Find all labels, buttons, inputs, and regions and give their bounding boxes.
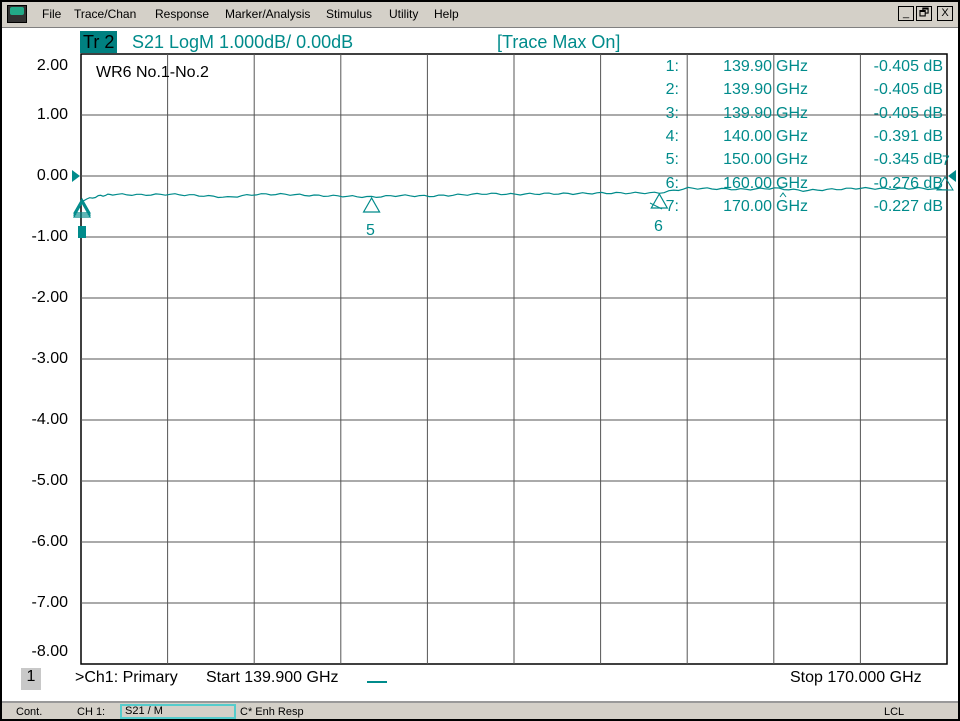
stop-frequency[interactable]: Stop 170.000 GHz [790,669,922,687]
local-status: LCL [884,706,905,718]
marker-4-n: 4: [665,127,679,145]
marker-5-value: -0.345 dB [873,151,943,169]
marker-7-value: -0.227 dB [873,197,943,215]
marker-3-value: -0.405 dB [873,104,943,122]
trace-legend-line [367,681,387,683]
reference-level-right-icon [948,170,956,182]
sweep-mode: Cont. [16,706,43,718]
marker-4-icon [78,226,86,238]
marker-4-value: -0.391 dB [873,127,943,145]
marker-1-n: 1: [665,58,679,75]
marker-5-freq: 150.00 [723,151,772,169]
marker-3-unit: GHz [776,104,808,122]
marker-7-freq: 170.00 [723,197,772,215]
reference-level-left-icon [72,170,80,182]
marker-2-n: 2: [665,81,679,99]
marker-5-label: 5 [366,222,375,239]
marker-2-unit: GHz [776,81,808,99]
status-channel: CH 1: [77,706,106,718]
marker-1-unit: GHz [776,58,808,75]
marker-4-unit: GHz [776,127,808,145]
marker-6-unit: GHz [776,174,808,192]
pna-window: File Trace/Chan Response Marker/Analysis… [0,0,960,721]
marker-4-freq: 140.00 [723,127,772,145]
marker-6-label: 6 [654,218,663,235]
marker-7-unit: GHz [776,197,808,215]
marker-7-n: 7: [665,197,679,215]
marker-3-n: 3: [665,104,679,122]
marker-1-freq: 139.90 [723,58,772,75]
status-bar: Cont. CH 1: S21 / M C* Enh Resp LCL [2,701,958,719]
marker-1-value: -0.405 dB [873,58,943,75]
marker-5-unit: GHz [776,151,808,169]
marker-6-freq: 160.00 [723,174,772,192]
channel-label: >Ch1: Primary [75,669,178,686]
channel-number[interactable]: 1 [21,668,41,690]
marker-6-n: 6: [665,174,679,192]
marker-5-icon [362,196,381,213]
plot-title: WR6 No.1-No.2 [96,64,209,81]
marker-2-value: -0.405 dB [873,81,943,99]
marker-5-n: 5: [665,151,679,169]
marker-6-value: -0.276 dB [873,174,943,192]
marker-3-freq: 139.90 [723,104,772,122]
active-measurement[interactable]: S21 / M [120,704,236,719]
marker-2-freq: 139.90 [723,81,772,99]
cal-status: C* Enh Resp [240,706,304,718]
start-frequency[interactable]: Start 139.900 GHz [206,669,339,687]
marker-7-label: 7 [942,152,950,168]
